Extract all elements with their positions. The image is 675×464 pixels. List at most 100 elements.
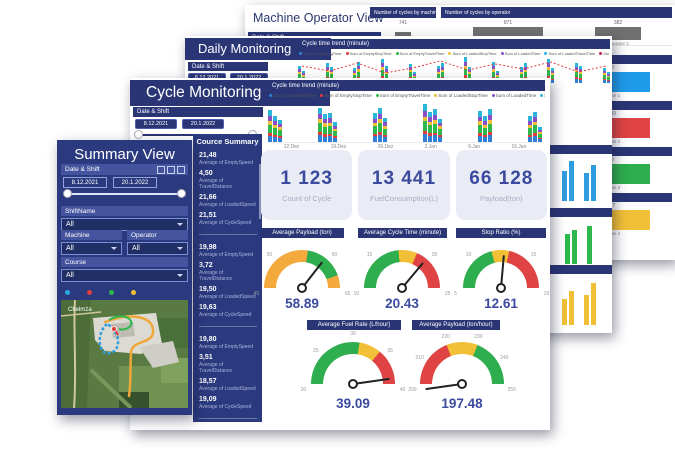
mini-bar <box>562 171 567 201</box>
summary-value: 21,48 <box>199 151 257 160</box>
gauge-tick: 230 <box>474 334 482 340</box>
gauge-tick: 20 <box>301 387 307 393</box>
gauge-title-payload-hour: Average Payload (ton/hour) <box>412 320 500 330</box>
trend-chart-title: Cycle time trend (minute) <box>298 39 610 49</box>
course-dot-icon[interactable] <box>87 290 92 295</box>
gauge-knob <box>348 379 358 389</box>
gauge-tick: 200 <box>408 387 416 393</box>
gauge-tick: 50 <box>267 252 273 258</box>
legend-label: Sum of LoadedTime <box>496 93 536 98</box>
course-dot-icon[interactable] <box>109 290 114 295</box>
trend-cluster <box>268 110 282 142</box>
gauge-tick: 15 <box>367 252 373 258</box>
mini-chart-payload[interactable] <box>545 208 612 264</box>
gauge-cycle-time[interactable]: 10152025 <box>352 240 452 292</box>
summary-value: 4,50 <box>199 169 257 178</box>
legend-item[interactable]: Sum of EmptyStopTime <box>320 93 371 98</box>
mini-chart-cycles[interactable] <box>545 265 612 325</box>
legend-dot-icon <box>299 52 302 55</box>
course-dot-icon[interactable] <box>131 290 136 295</box>
gauge-tick: 210 <box>415 355 423 361</box>
legend-item[interactable]: Sum of EmptyTravelTime <box>376 93 430 98</box>
kpi-card[interactable]: 13 441FuelConsumption(L) <box>358 150 449 220</box>
legend-label: Sum of CycleTime <box>603 51 609 56</box>
legend-item[interactable]: Sum of LoadedStopTime <box>434 93 488 98</box>
mini-bar <box>587 226 592 264</box>
more-options-icon[interactable] <box>177 166 185 174</box>
summary-label: Average of EmptySpeed <box>199 160 257 166</box>
legend-item[interactable]: Sum of DumpingTime <box>299 51 342 56</box>
route-map[interactable]: Chełmża <box>61 300 188 408</box>
gauge-knob <box>457 379 467 389</box>
date-to-input[interactable]: 20.1.2022 <box>113 177 157 188</box>
legend-item[interactable]: Sum of EmptyStopTime <box>346 51 392 56</box>
mini-chart-bars <box>545 220 612 264</box>
operator-dropdown[interactable]: All <box>127 242 188 255</box>
trend-legend[interactable]: Sum of DumpingTime Sum of EmptyStopTime Su… <box>269 93 545 98</box>
gauge-title-stop-ratio: Stop Ratio (%) <box>456 228 546 238</box>
date-shift-band: Date & Shift <box>188 62 268 71</box>
trend-chart[interactable] <box>268 100 542 143</box>
legend-label: Sum of DumpingTime <box>303 51 342 56</box>
course-summary-title: Cource Summary <box>193 137 262 146</box>
date-from-input[interactable]: 8.12.2021 <box>63 177 107 188</box>
stacked-bar <box>533 112 537 142</box>
course-color-legend[interactable] <box>65 290 136 295</box>
chevron-down-icon <box>177 247 183 250</box>
legend-item[interactable]: Sum of LoadedTravelTime <box>544 51 595 56</box>
eraser-icon[interactable] <box>157 166 165 174</box>
date-shift-band: Date & Shift <box>133 107 263 117</box>
operator-value: All <box>132 245 140 252</box>
chevron-down-icon <box>177 274 183 277</box>
legend-item[interactable]: Sum of CycleTime <box>599 51 609 56</box>
summary-label: Average of LoadedSpeed <box>199 294 257 300</box>
stacked-bar <box>483 116 487 142</box>
legend-item[interactable]: Sum of EmptyTravelTime <box>396 51 445 56</box>
chevron-down-icon <box>111 247 117 250</box>
legend-item[interactable]: Sum of LoadedTravelTime <box>540 93 545 98</box>
operator-band: Operator <box>127 230 188 240</box>
summary-label: Average of CycleSpeed <box>199 220 257 226</box>
bar-value-label: 741 <box>370 20 436 26</box>
summary-value: 19,80 <box>199 335 257 344</box>
gauge-payload-hour[interactable]: 200210220230240250 <box>407 332 517 390</box>
legend-item[interactable]: Sum of LoadedTime <box>492 93 536 98</box>
legend-item[interactable]: Sum of LoadedStopTime <box>448 51 496 56</box>
legend-item[interactable]: Sum of LoadedTime <box>501 51 541 56</box>
legend-label: Sum of LoadedTravelTime <box>544 93 545 98</box>
gauge-knob <box>297 283 307 293</box>
summary-label: Average of EmptySpeed <box>199 344 257 350</box>
gauge-fuel-rate[interactable]: 2025303540 <box>298 332 408 390</box>
mini-chart-fuel[interactable] <box>545 145 612 201</box>
gauge-value-cycle-time: 20.43 <box>352 296 452 311</box>
mini-bar <box>565 234 570 264</box>
cycles-by-machine-title: Number of cycles by machine <box>370 7 436 18</box>
filter-icon[interactable] <box>167 166 175 174</box>
legend-dot-icon <box>269 94 272 97</box>
slider-handle-left[interactable] <box>134 130 143 139</box>
trend-legend[interactable]: Sum of DumpingTime Sum of EmptyStopTime Su… <box>299 51 609 56</box>
legend-item[interactable]: Sum of DumpingTime <box>269 93 316 98</box>
gauge-value-stop-ratio: 12.61 <box>451 296 551 311</box>
gauge-stop-ratio[interactable]: 5101520 <box>451 240 551 292</box>
mini-bar <box>591 283 596 325</box>
stacked-bar <box>428 112 432 142</box>
legend-dot-icon <box>434 94 437 97</box>
satellite-map: Chełmża <box>61 300 188 408</box>
course-dot-icon[interactable] <box>65 290 70 295</box>
legend-label: Sum of LoadedStopTime <box>452 51 496 56</box>
date-slider-track[interactable] <box>65 193 184 195</box>
gauge-payload[interactable]: 45506065 <box>252 240 352 292</box>
machine-dropdown[interactable]: All <box>61 242 122 255</box>
legend-label: Sum of LoadedTime <box>505 51 541 56</box>
legend-label: Sum of EmptyStopTime <box>324 93 371 98</box>
trend-cluster <box>423 104 442 142</box>
slider-handle-left[interactable] <box>63 189 72 198</box>
kpi-card[interactable]: 1 123Count of Cycle <box>261 150 352 220</box>
summary-value: 3,72 <box>199 261 257 270</box>
slider-handle-right[interactable] <box>177 189 186 198</box>
kpi-card[interactable]: 66 128Payload(ton) <box>456 150 547 220</box>
course-dropdown[interactable]: All <box>61 269 188 282</box>
date-to-chip[interactable]: 20.1.2022 <box>182 119 224 129</box>
date-from-chip[interactable]: 8.12.2021 <box>135 119 177 129</box>
